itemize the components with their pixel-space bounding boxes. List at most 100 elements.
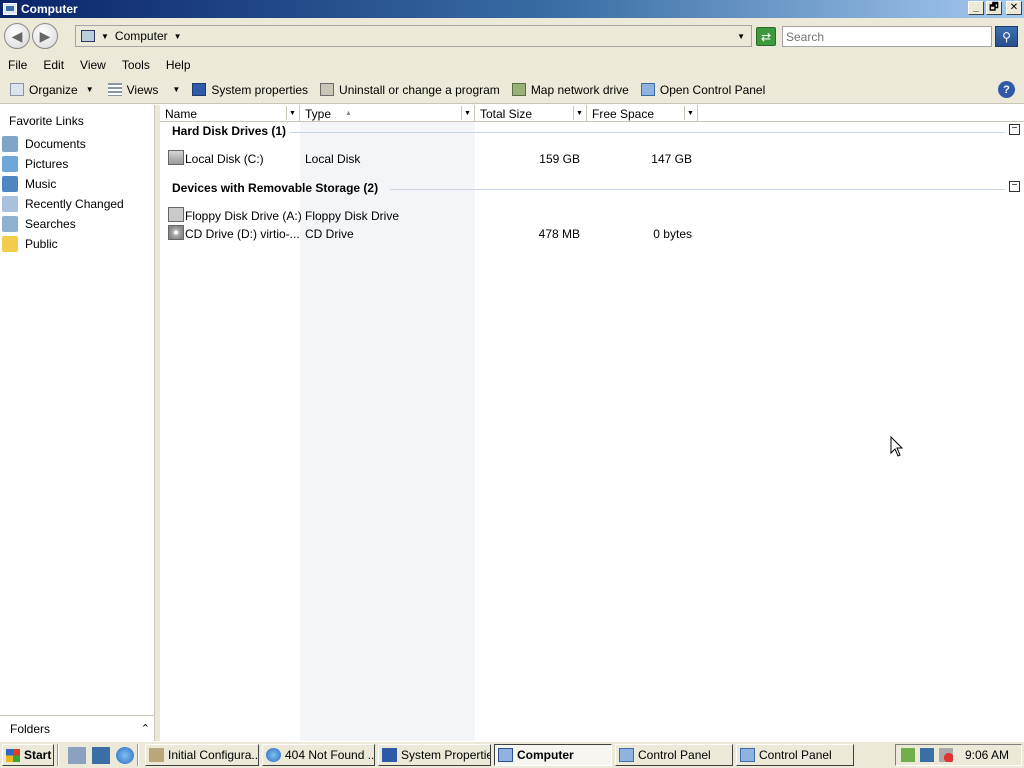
chevron-down-icon[interactable]: ▼	[573, 106, 585, 120]
chevron-down-icon[interactable]: ▼	[684, 106, 696, 120]
nav-item-label: Music	[25, 177, 57, 191]
row-name: CD Drive (D:) virtio-...	[185, 227, 300, 241]
start-button[interactable]: Start	[2, 744, 54, 766]
searches-icon	[2, 216, 18, 232]
chevron-down-icon[interactable]: ▼	[174, 32, 182, 41]
system-tray: 9:06 AM	[895, 744, 1022, 766]
nav-item-music[interactable]: Music	[2, 175, 56, 193]
control-panel-icon	[619, 748, 634, 762]
open-control-panel-button[interactable]: Open Control Panel	[635, 79, 771, 101]
column-label: Name	[165, 106, 198, 121]
back-button[interactable]: ◀	[4, 23, 30, 49]
row-total-size: 159 GB	[539, 152, 580, 166]
control-panel-icon	[740, 748, 755, 762]
uninstall-program-button[interactable]: Uninstall or change a program	[314, 79, 506, 101]
menu-edit[interactable]: Edit	[35, 58, 72, 72]
table-row[interactable]: CD Drive (D:) virtio-... CD Drive 478 MB…	[160, 225, 760, 243]
row-name: Local Disk (C:)	[185, 152, 264, 166]
chevron-down-icon: ▼	[172, 85, 181, 94]
group-header-removable-storage[interactable]: Devices with Removable Storage (2)	[172, 181, 378, 195]
taskbar-item-browser[interactable]: 404 Not Found ...	[262, 744, 375, 766]
group-header-hard-disk-drives[interactable]: Hard Disk Drives (1)	[172, 124, 286, 138]
search-input[interactable]	[782, 26, 992, 47]
search-icon: ⚲	[1002, 29, 1011, 44]
back-arrow-icon: ◀	[11, 27, 23, 44]
nav-item-searches[interactable]: Searches	[2, 215, 76, 233]
close-button[interactable]: ✕	[1006, 1, 1022, 15]
nav-item-label: Documents	[25, 137, 86, 151]
address-field[interactable]: ▼ Computer ▼ ▼	[75, 25, 752, 47]
taskbar-separator	[137, 744, 139, 766]
system-properties-button[interactable]: System properties	[186, 79, 314, 101]
internet-explorer-icon[interactable]	[116, 746, 134, 764]
collapse-group-button[interactable]: −	[1009, 181, 1020, 192]
clock[interactable]: 9:06 AM	[965, 748, 1009, 762]
taskbar-item-initial-configuration[interactable]: Initial Configura...	[145, 744, 259, 766]
server-manager-icon[interactable]	[68, 746, 86, 764]
table-row[interactable]: Floppy Disk Drive (A:) Floppy Disk Drive	[160, 207, 760, 225]
search-button[interactable]: ⚲	[995, 26, 1018, 47]
column-header-total-size[interactable]: Total Size ▼	[475, 105, 587, 122]
taskbar-item-system-properties[interactable]: System Properties	[378, 744, 491, 766]
views-button[interactable]: Views ▼	[102, 79, 187, 101]
title-bar: Computer _ 🗗 ✕	[0, 0, 1024, 18]
column-label: Total Size	[480, 106, 533, 121]
start-label: Start	[24, 748, 52, 762]
window-title: Computer	[21, 2, 78, 16]
forward-arrow-icon: ▶	[39, 27, 51, 44]
table-row[interactable]: Local Disk (C:) Local Disk 159 GB 147 GB	[160, 150, 760, 168]
column-header-free-space[interactable]: Free Space ▼	[587, 105, 698, 122]
refresh-button[interactable]: ⇄	[756, 27, 776, 46]
nav-item-recently-changed[interactable]: Recently Changed	[2, 195, 124, 213]
collapse-group-button[interactable]: −	[1009, 124, 1020, 135]
map-drive-label: Map network drive	[530, 82, 629, 97]
column-header-type[interactable]: Type ▲ ▼	[300, 105, 475, 122]
row-type: Local Disk	[305, 152, 361, 166]
chevron-down-icon[interactable]: ▼	[461, 106, 473, 120]
folders-toggle[interactable]: Folders ⌃	[0, 715, 155, 741]
network-drive-icon	[511, 83, 526, 96]
taskbar-item-control-panel-2[interactable]: Control Panel	[736, 744, 854, 766]
floppy-drive-icon	[168, 207, 184, 222]
group-divider	[390, 189, 1005, 190]
network-icon[interactable]	[920, 748, 934, 762]
internet-explorer-icon	[266, 748, 281, 762]
recently-changed-icon	[2, 196, 18, 212]
help-button[interactable]: ?	[998, 81, 1015, 98]
address-history-dropdown[interactable]: ▼	[737, 32, 745, 41]
organize-button[interactable]: Organize ▼	[4, 79, 100, 101]
address-bar-row: ◀ ▶ ▼ Computer ▼ ▼ ⇄ ⚲	[0, 18, 1024, 54]
minimize-button[interactable]: _	[968, 1, 984, 15]
maximize-button[interactable]: 🗗	[986, 1, 1002, 15]
row-total-size: 478 MB	[538, 227, 580, 241]
column-label: Free Space	[592, 106, 655, 121]
show-desktop-icon[interactable]	[92, 746, 110, 764]
taskbar-item-control-panel[interactable]: Control Panel	[615, 744, 733, 766]
column-header-name[interactable]: Name ▼	[160, 105, 300, 122]
pictures-icon	[2, 156, 18, 172]
menu-bar: File Edit View Tools Help	[0, 54, 1024, 76]
menu-view[interactable]: View	[72, 58, 114, 72]
taskbar-item-computer[interactable]: Computer	[494, 744, 612, 766]
system-properties-icon	[382, 748, 397, 762]
nav-item-public[interactable]: Public	[2, 235, 58, 253]
nav-item-pictures[interactable]: Pictures	[2, 155, 68, 173]
computer-icon	[81, 30, 95, 42]
control-panel-label: Open Control Panel	[659, 82, 766, 97]
nav-item-documents[interactable]: Documents	[2, 135, 86, 153]
map-network-drive-button[interactable]: Map network drive	[506, 79, 635, 101]
forward-button[interactable]: ▶	[32, 23, 58, 49]
menu-tools[interactable]: Tools	[114, 58, 158, 72]
folders-label: Folders	[10, 721, 51, 736]
chevron-down-icon[interactable]: ▼	[101, 32, 109, 41]
uninstall-label: Uninstall or change a program	[339, 82, 500, 97]
menu-file[interactable]: File	[0, 58, 35, 72]
volume-muted-icon[interactable]	[939, 748, 953, 762]
menu-help[interactable]: Help	[158, 58, 199, 72]
favorite-links-heading: Favorite Links	[9, 114, 84, 128]
nav-item-label: Pictures	[25, 157, 69, 171]
security-icon[interactable]	[901, 748, 915, 762]
sorted-column-highlight	[300, 105, 475, 741]
nav-item-label: Recently Changed	[25, 197, 124, 211]
chevron-down-icon[interactable]: ▼	[286, 106, 298, 120]
